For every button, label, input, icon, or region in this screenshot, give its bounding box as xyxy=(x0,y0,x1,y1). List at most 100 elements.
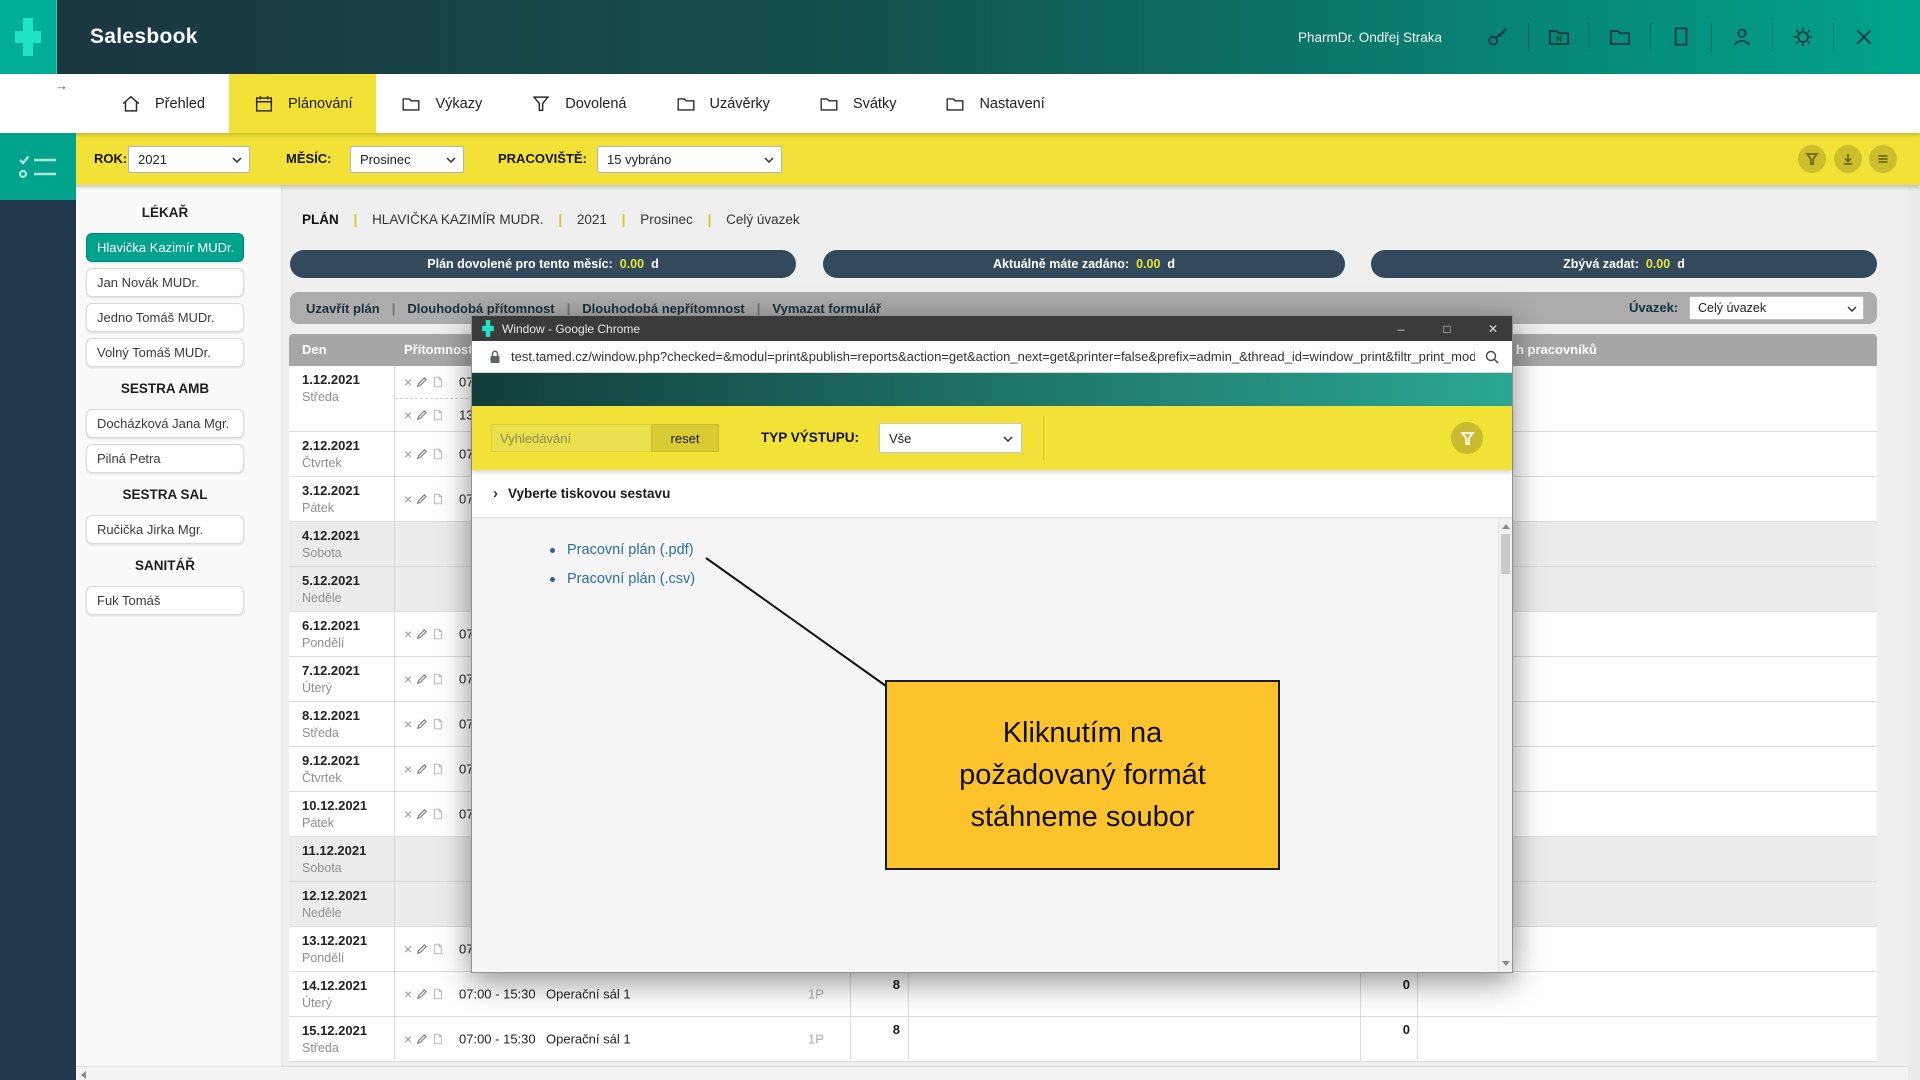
user-icon[interactable] xyxy=(1727,22,1757,52)
copy-icon[interactable] xyxy=(432,943,444,955)
pracovni-plan-pdf-link[interactable]: Pracovní plán (.pdf) xyxy=(567,542,694,558)
copy-icon[interactable] xyxy=(432,409,444,421)
edit-icon[interactable] xyxy=(416,988,428,1000)
sidebar-item[interactable]: Ručička Jirka Mgr. xyxy=(86,515,244,544)
copy-icon[interactable] xyxy=(432,448,444,460)
delete-icon[interactable]: × xyxy=(404,627,412,641)
sidebar-item[interactable]: Jedno Tomáš MUDr. xyxy=(86,303,244,332)
vymazat-formular-link[interactable]: Vymazat formulář xyxy=(772,301,881,316)
vertical-scrollbar[interactable] xyxy=(1908,133,1920,1080)
tab-vykazy[interactable]: Výkazy xyxy=(376,74,506,133)
typ-vystupu-select[interactable]: Vše xyxy=(879,423,1022,453)
close-button[interactable]: ✕ xyxy=(1474,316,1512,341)
mesic-select[interactable]: Prosinec xyxy=(350,146,464,173)
delete-icon[interactable]: × xyxy=(404,408,412,422)
delete-icon[interactable]: × xyxy=(404,492,412,506)
edit-icon[interactable] xyxy=(416,409,428,421)
row-date: 7.12.2021 xyxy=(302,663,394,678)
tab-prehled[interactable]: Přehled xyxy=(96,74,229,133)
day-cell: 13.12.2021 Pondělí xyxy=(289,927,395,971)
copy-icon[interactable] xyxy=(432,988,444,1000)
uzavrit-plan-link[interactable]: Uzavřít plán xyxy=(306,301,380,316)
download-button[interactable] xyxy=(1834,145,1862,173)
forward-arrow-icon[interactable]: → xyxy=(55,78,68,93)
delete-icon[interactable]: × xyxy=(404,717,412,731)
presence-entry: × 07:00 - 15:30 Operační sál 1 1P xyxy=(395,1017,850,1061)
copy-icon[interactable] xyxy=(432,376,444,388)
edit-icon[interactable] xyxy=(416,718,428,730)
delete-icon[interactable]: × xyxy=(404,1032,412,1046)
edit-icon[interactable] xyxy=(416,673,428,685)
pracoviste-select[interactable]: 15 vybráno xyxy=(597,146,782,173)
tab-dovolena[interactable]: Dovolená xyxy=(506,74,650,133)
copy-icon[interactable] xyxy=(432,718,444,730)
copy-icon[interactable] xyxy=(432,763,444,775)
key-icon[interactable] xyxy=(1483,22,1513,52)
report-link-row[interactable]: Pracovní plán (.csv) xyxy=(550,571,1512,587)
entry-time: 07:00 - 15:30 xyxy=(459,1032,536,1047)
pracovni-plan-csv-link[interactable]: Pracovní plán (.csv) xyxy=(567,571,695,587)
minimize-button[interactable]: – xyxy=(1382,316,1420,341)
report-link-row[interactable]: Pracovní plán (.pdf) xyxy=(550,542,1512,558)
filter-funnel-button[interactable] xyxy=(1798,145,1826,173)
zoom-page-icon[interactable] xyxy=(1484,349,1500,365)
tab-planovani[interactable]: Plánování xyxy=(229,74,377,133)
sidebar-item[interactable]: Jan Novák MUDr. xyxy=(86,268,244,297)
folder-icon[interactable] xyxy=(1605,22,1635,52)
popup-scrollbar[interactable] xyxy=(1498,518,1512,972)
sidebar-item[interactable]: Hlavička Kazimír MUDr. xyxy=(86,233,244,262)
delete-icon[interactable]: × xyxy=(404,375,412,389)
sidebar-group: SESTRA AMB Docházková Jana Mgr. Pilná Pe… xyxy=(76,381,281,473)
gear-icon[interactable] xyxy=(1788,22,1818,52)
copy-icon[interactable] xyxy=(432,673,444,685)
reset-button[interactable]: reset xyxy=(651,424,719,452)
tab-svatky[interactable]: Svátky xyxy=(794,74,921,133)
rok-select[interactable]: 2021 xyxy=(128,146,250,173)
copy-icon[interactable] xyxy=(432,1033,444,1045)
delete-icon[interactable]: × xyxy=(404,987,412,1001)
delete-icon[interactable]: × xyxy=(404,762,412,776)
sidebar-item[interactable]: Docházková Jana Mgr. xyxy=(86,409,244,438)
popup-section-header[interactable]: › Vyberte tiskovou sestavu xyxy=(472,470,1512,518)
menu-button[interactable] xyxy=(1869,145,1897,173)
edit-icon[interactable] xyxy=(416,1033,428,1045)
delete-icon[interactable]: × xyxy=(404,807,412,821)
popup-url[interactable]: test.tamed.cz/window.php?checked=&modul=… xyxy=(511,349,1475,364)
sidebar-item[interactable]: Volný Tomáš MUDr. xyxy=(86,338,244,367)
edit-icon[interactable] xyxy=(416,448,428,460)
sidebar-item[interactable]: Fuk Tomáš xyxy=(86,586,244,615)
copy-icon[interactable] xyxy=(432,493,444,505)
edit-icon[interactable] xyxy=(416,628,428,640)
edit-icon[interactable] xyxy=(416,493,428,505)
tab-nastaveni[interactable]: Nastavení xyxy=(920,74,1068,133)
close-icon[interactable] xyxy=(1849,22,1879,52)
scroll-left-icon[interactable] xyxy=(81,1071,86,1079)
presence-cell: × 07:00 - 15:30 Operační sál 1 1P xyxy=(395,972,851,1016)
delete-icon[interactable]: × xyxy=(404,672,412,686)
tab-uzaverky[interactable]: Uzávěrky xyxy=(651,74,794,133)
folder-n-icon[interactable]: N xyxy=(1544,22,1574,52)
edit-icon[interactable] xyxy=(416,943,428,955)
popup-search-input[interactable] xyxy=(491,424,651,452)
uvazek-select[interactable]: Celý úvazek xyxy=(1689,296,1864,320)
scrollbar-thumb[interactable] xyxy=(1501,534,1510,574)
copy-icon[interactable] xyxy=(432,808,444,820)
breadcrumb-month: Prosinec xyxy=(640,212,693,227)
sidebar-item[interactable]: Pilná Petra xyxy=(86,444,244,473)
scroll-up-icon[interactable] xyxy=(1502,524,1510,529)
horizontal-scrollbar[interactable] xyxy=(76,1066,1920,1080)
edit-icon[interactable] xyxy=(416,376,428,388)
window-icon[interactable] xyxy=(1666,22,1696,52)
dlouhodoba-nepritomnost-link[interactable]: Dlouhodobá nepřítomnost xyxy=(582,301,744,316)
delete-icon[interactable]: × xyxy=(404,942,412,956)
edit-icon[interactable] xyxy=(416,763,428,775)
checklist-toggle-button[interactable] xyxy=(0,133,76,200)
popup-title-bar[interactable]: Window - Google Chrome – □ ✕ xyxy=(472,316,1512,341)
copy-icon[interactable] xyxy=(432,628,444,640)
popup-filter-funnel-button[interactable] xyxy=(1451,422,1483,454)
scroll-down-icon[interactable] xyxy=(1502,961,1510,966)
dlouhodoba-pritomnost-link[interactable]: Dlouhodobá přítomnost xyxy=(407,301,554,316)
edit-icon[interactable] xyxy=(416,808,428,820)
delete-icon[interactable]: × xyxy=(404,447,412,461)
maximize-button[interactable]: □ xyxy=(1428,316,1466,341)
